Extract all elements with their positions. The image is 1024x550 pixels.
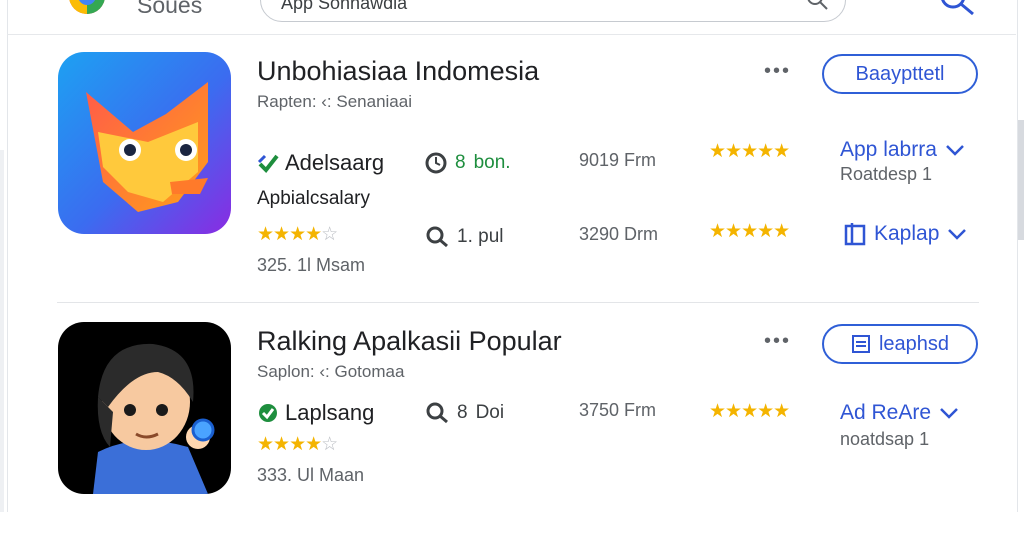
search-button-icon[interactable] — [937, 0, 983, 16]
app-icon-fox[interactable] — [58, 52, 231, 234]
app-card-1[interactable]: Unbohiasiaa Indomesia Rapten: ‹: Senania… — [7, 40, 1016, 280]
app-library-sub: Roatdesp 1 — [840, 164, 933, 184]
ad-link-sub: noatdsap 1 — [840, 429, 930, 449]
stat-label: Doi — [475, 402, 505, 423]
developer-name[interactable]: Laplsang — [285, 400, 374, 426]
save-label: Kaplap — [874, 222, 940, 245]
size-1: 9019 Frm — [579, 150, 657, 170]
update-button[interactable]: leaphsd — [822, 324, 978, 364]
more-options-icon[interactable]: ••• — [764, 330, 791, 353]
list-icon — [851, 335, 870, 353]
review-search-icon — [426, 402, 448, 424]
app-title[interactable]: Unbohiasiaa Indomesia — [257, 56, 539, 87]
store-name: Soues — [137, 0, 203, 18]
ad-link-label: Ad ReAre — [840, 401, 932, 424]
stat-reviews: 8 Doi — [425, 398, 504, 428]
update-button-label: leaphsd — [878, 332, 950, 355]
app-icon-avatar[interactable] — [58, 322, 231, 494]
review-search-icon — [426, 226, 448, 248]
stat-update: 8 bon. — [425, 148, 511, 178]
install-button[interactable]: Baaypttetl — [822, 54, 978, 94]
bookmark-icon — [844, 223, 866, 246]
ad-link[interactable]: Ad ReAre — [840, 398, 959, 428]
app-card-2[interactable]: Ralking Apalkasii Popular Saplon: ‹: Got… — [7, 310, 1016, 550]
rating-stars-2: ★★★★★ — [709, 221, 790, 242]
stat-prefix: 8 — [457, 402, 468, 423]
app-library-link[interactable]: App labrra — [840, 135, 965, 165]
size-2: 3290 Drm — [579, 224, 659, 244]
top-bar: Soues App Sonnawdia — [7, 0, 1016, 35]
stat-label: bon. — [473, 152, 511, 173]
search-query: App Sonnawdia — [281, 0, 408, 13]
left-edge — [0, 150, 4, 512]
category: Apbialcsalary — [257, 188, 370, 209]
search-input[interactable]: App Sonnawdia — [260, 0, 846, 22]
size-1: 3750 Frm — [579, 400, 657, 420]
store-logo-icon — [69, 0, 105, 14]
save-link[interactable]: Kaplap — [844, 219, 967, 249]
fox-icon — [58, 52, 231, 234]
stat-reviews-label: 1. pul — [457, 226, 504, 247]
verified-check-icon — [259, 404, 277, 422]
rating-stars-1: ★★★★★ — [709, 401, 790, 422]
developer-name[interactable]: Adelsaarg — [285, 150, 384, 176]
more-options-icon[interactable]: ••• — [764, 60, 791, 83]
stat-prefix: 8 — [455, 152, 466, 173]
download-count: 333. Ul Maan — [257, 465, 365, 485]
install-button-label: Baaypttetl — [855, 62, 945, 85]
app-subtitle: Saplon: ‹: Gotomaa — [257, 362, 405, 381]
app-title[interactable]: Ralking Apalkasii Popular — [257, 326, 562, 357]
clock-icon — [425, 152, 447, 174]
divider — [57, 302, 979, 303]
scrollbar-thumb[interactable] — [1018, 120, 1024, 240]
download-count: 325. 1l Msam — [257, 255, 366, 275]
developer-row: Laplsang — [257, 398, 374, 428]
chevron-down-icon — [946, 145, 964, 156]
search-icon[interactable] — [805, 0, 831, 11]
stat-reviews: 1. pul — [425, 222, 503, 252]
app-subtitle: Rapten: ‹: Senaniaai — [257, 92, 412, 111]
rating-stars-1: ★★★★★ — [709, 141, 790, 162]
app-library-label: App labrra — [840, 138, 937, 161]
rating-stars: ★★★★☆ — [257, 434, 338, 455]
chevron-down-icon — [940, 408, 958, 419]
chevron-down-icon — [948, 229, 967, 240]
verified-check-icon — [257, 154, 279, 174]
developer-row: Adelsaarg — [257, 148, 384, 178]
avatar-character-icon — [58, 322, 231, 494]
rating-stars: ★★★★☆ — [257, 224, 338, 245]
